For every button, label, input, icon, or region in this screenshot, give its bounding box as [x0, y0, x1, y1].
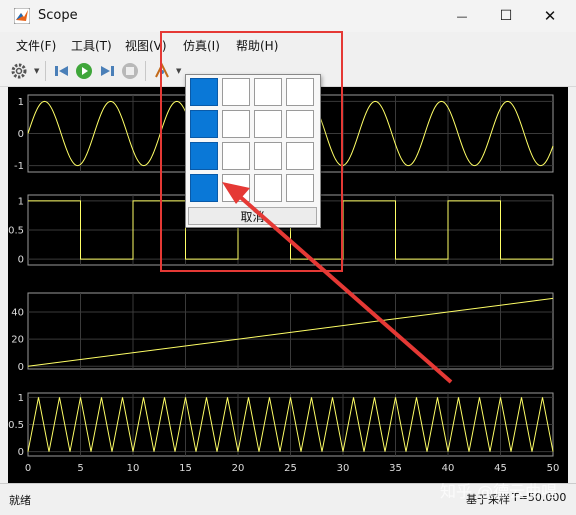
step-back-icon[interactable]	[53, 62, 71, 80]
y-tick-label: -1	[14, 161, 24, 172]
y-tick-label: 0	[18, 447, 24, 458]
close-icon: ✕	[543, 7, 557, 25]
y-tick-label: 20	[11, 335, 24, 346]
run-icon[interactable]	[75, 62, 93, 80]
toolbar-separator	[145, 61, 146, 81]
minimize-button[interactable]: —	[440, 0, 484, 32]
x-tick-label: 15	[179, 463, 192, 474]
status-ready: 就绪	[9, 494, 31, 507]
maximize-icon: ☐	[499, 8, 513, 24]
step-forward-icon[interactable]	[98, 62, 116, 80]
x-tick-label: 50	[547, 463, 560, 474]
maximize-button[interactable]: ☐	[484, 0, 528, 32]
x-tick-label: 5	[77, 463, 83, 474]
y-tick-label: 1	[18, 196, 24, 207]
toolbar-separator	[45, 61, 46, 81]
matlab-icon	[14, 8, 30, 24]
y-tick-label: 1	[18, 97, 24, 108]
y-tick-label: 0.5	[8, 226, 24, 237]
y-tick-label: 1	[18, 393, 24, 404]
y-tick-label: 0.5	[8, 420, 24, 431]
menu-tools[interactable]: 工具(T)	[71, 37, 112, 54]
minimize-icon: —	[456, 9, 468, 23]
close-button[interactable]: ✕	[528, 0, 572, 32]
x-tick-label: 0	[25, 463, 31, 474]
y-tick-label: 40	[11, 308, 24, 319]
x-tick-label: 40	[442, 463, 455, 474]
menu-file[interactable]: 文件(F)	[16, 37, 56, 54]
settings-dropdown-icon[interactable]: ▼	[34, 67, 39, 75]
x-tick-label: 45	[494, 463, 507, 474]
x-tick-label: 25	[284, 463, 297, 474]
x-tick-label: 20	[232, 463, 245, 474]
x-tick-label: 35	[389, 463, 402, 474]
window-titlebar: Scope — ☐ ✕	[0, 0, 576, 32]
watermark: 知乎 @德云曲唱	[440, 482, 558, 501]
settings-icon[interactable]	[10, 62, 28, 80]
x-tick-label: 10	[127, 463, 140, 474]
stop-icon[interactable]	[121, 62, 139, 80]
window-title: Scope	[38, 8, 78, 23]
annotation-box	[160, 31, 343, 272]
x-tick-label: 30	[337, 463, 350, 474]
y-tick-label: 0	[18, 362, 24, 373]
y-tick-label: 0	[18, 255, 24, 266]
y-tick-label: 0	[18, 129, 24, 140]
